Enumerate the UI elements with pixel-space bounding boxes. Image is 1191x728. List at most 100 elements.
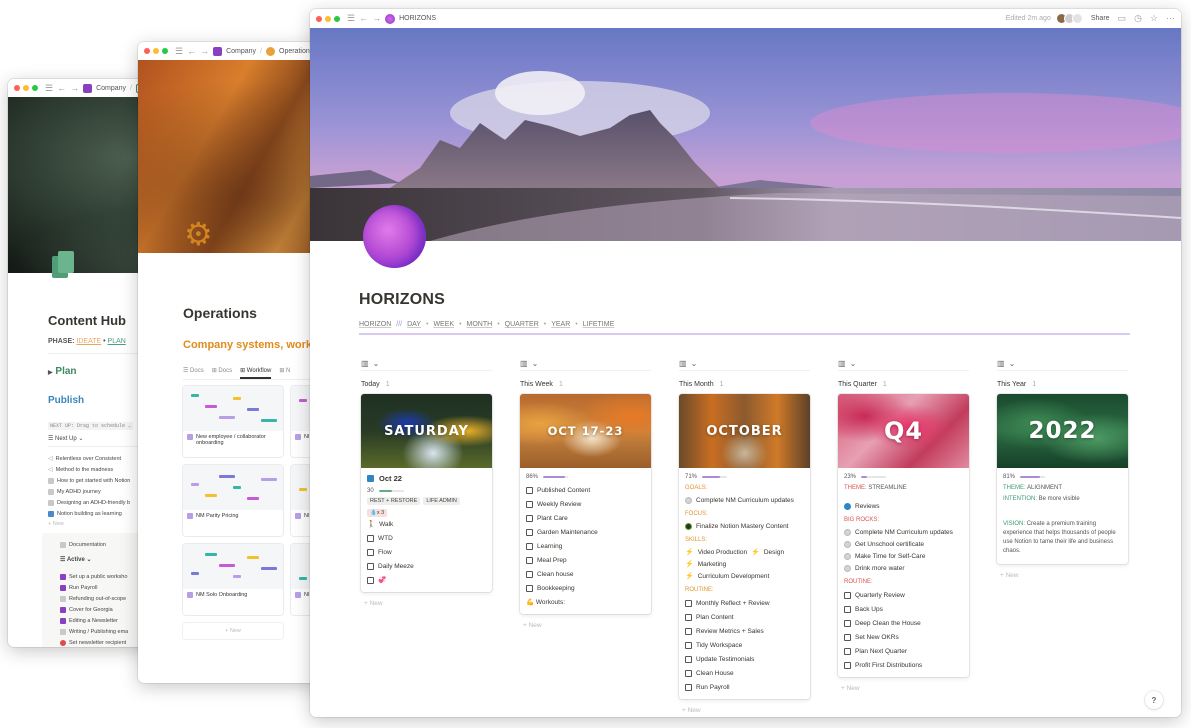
board-view-selector[interactable]: ▥ ⌄ <box>520 357 651 371</box>
checklist-item[interactable]: Monthly Reflect + Review <box>685 596 804 610</box>
checklist-item[interactable]: Clean house <box>526 567 645 581</box>
more-options-icon[interactable]: ··· <box>1166 14 1175 23</box>
minimize-window-button[interactable] <box>23 85 29 91</box>
relation-item[interactable]: Finalize Notion Mastery Content <box>685 520 804 532</box>
tab-1[interactable]: ⊞ Docs <box>212 367 232 379</box>
nav-link-week[interactable]: WEEK <box>433 321 454 328</box>
maximize-window-button[interactable] <box>334 15 340 22</box>
maximize-window-button[interactable] <box>32 85 38 91</box>
close-window-button[interactable] <box>144 48 150 54</box>
checklist-item[interactable]: Back Ups <box>844 602 963 616</box>
checklist-item[interactable]: Plant Care <box>526 511 645 525</box>
board-view-selector[interactable]: ▥ ⌄ <box>997 357 1128 371</box>
minimize-window-button[interactable] <box>325 15 331 22</box>
checklist-item[interactable]: Bookkeeping <box>526 581 645 595</box>
workflow-card[interactable]: NM Solo Onboarding <box>183 544 283 615</box>
breadcrumb-operations[interactable]: Operations <box>279 48 313 55</box>
checklist-item[interactable]: Flow <box>367 545 486 559</box>
documentation-header[interactable]: Documentation <box>48 539 106 550</box>
relation-item[interactable]: Make Time for Self-Care <box>844 550 963 562</box>
relation-item[interactable]: Reviews <box>844 500 963 512</box>
new-card-button[interactable]: + New <box>183 623 283 639</box>
checklist-item[interactable]: 💞 <box>367 573 486 587</box>
horizon-card[interactable]: Q4 23% THEME: STREAMLINE Reviews BIG ROCKS: C… <box>838 394 969 677</box>
history-clock-icon[interactable]: ◷ <box>1134 14 1142 23</box>
checkbox[interactable] <box>685 627 692 635</box>
nav-horizon-link[interactable]: HORIZON <box>359 321 391 328</box>
checkbox[interactable] <box>844 591 851 599</box>
checkbox[interactable] <box>844 647 851 655</box>
checkbox[interactable] <box>685 599 692 607</box>
tab-0[interactable]: ☰ Docs <box>183 367 204 379</box>
board-view-selector[interactable]: ▥ ⌄ <box>838 357 969 371</box>
checkbox[interactable] <box>526 556 533 564</box>
checkbox[interactable] <box>526 542 533 550</box>
checklist-item[interactable]: Published Content <box>526 483 645 497</box>
new-card-button[interactable]: + New <box>838 685 969 692</box>
nav-link-day[interactable]: DAY <box>407 321 421 328</box>
checklist-item[interactable]: Tidy Workspace <box>685 638 804 652</box>
checkbox[interactable] <box>844 605 851 613</box>
phase-plan-link[interactable]: PLAN <box>108 338 126 345</box>
checklist-item[interactable]: Update Testimonials <box>685 652 804 666</box>
forward-arrow-icon[interactable]: → <box>70 83 79 93</box>
help-button[interactable]: ? <box>1145 691 1163 709</box>
checklist-item[interactable]: Clean House <box>685 666 804 680</box>
board-view-selector[interactable]: ▥ ⌄ <box>679 357 810 371</box>
share-button[interactable]: Share <box>1091 15 1110 22</box>
nav-link-quarter[interactable]: QUARTER <box>505 321 539 328</box>
checklist-item[interactable]: Deep Clean the House <box>844 616 963 630</box>
maximize-window-button[interactable] <box>162 48 168 54</box>
checkbox[interactable] <box>526 500 533 508</box>
checkbox[interactable] <box>367 534 374 542</box>
checkbox[interactable] <box>526 570 533 578</box>
checkbox[interactable] <box>526 528 533 536</box>
workflow-card[interactable]: New employee / collaborator onboarding <box>183 386 283 457</box>
checkbox[interactable] <box>685 669 692 677</box>
workflow-card[interactable]: NM Parity Pricing <box>183 465 283 536</box>
relation-item[interactable]: Complete NM Curriculum updates <box>685 494 804 506</box>
checkbox[interactable] <box>844 633 851 641</box>
checklist-item[interactable]: Plan Next Quarter <box>844 644 963 658</box>
menu-icon[interactable]: ☰ <box>45 83 53 93</box>
new-card-button[interactable]: + New <box>679 707 810 714</box>
checklist-item[interactable]: WTD <box>367 531 486 545</box>
horizon-card[interactable]: OCTOBER 71% GOALS: Complete NM Curriculum u… <box>679 394 810 699</box>
phase-ideate-link[interactable]: IDEATE <box>76 338 101 345</box>
checkbox[interactable] <box>844 661 851 669</box>
checkbox[interactable] <box>526 584 533 592</box>
checklist-item[interactable]: Set New OKRs <box>844 630 963 644</box>
checklist-item[interactable]: Plan Content <box>685 610 804 624</box>
nav-link-lifetime[interactable]: LIFETIME <box>583 321 615 328</box>
relation-item[interactable]: Drink more water <box>844 562 963 574</box>
board-view-selector[interactable]: ▥ ⌄ <box>361 357 492 371</box>
forward-arrow-icon[interactable]: → <box>372 14 381 23</box>
skill-label[interactable]: Design <box>764 549 784 556</box>
checklist-item[interactable]: Run Payroll <box>685 680 804 694</box>
checklist-item[interactable]: Review Metrics + Sales <box>685 624 804 638</box>
menu-icon[interactable]: ☰ <box>347 14 355 23</box>
checklist-item[interactable]: Daily Meeze <box>367 559 486 573</box>
minimize-window-button[interactable] <box>153 48 159 54</box>
back-arrow-icon[interactable]: ← <box>187 46 196 56</box>
checklist-item[interactable]: Profit First Distributions <box>844 658 963 672</box>
checkbox[interactable] <box>685 655 692 663</box>
skill-label[interactable]: Video Production <box>698 549 747 556</box>
new-card-button[interactable]: + New <box>997 572 1128 579</box>
nav-link-month[interactable]: MONTH <box>467 321 493 328</box>
new-card-button[interactable]: + New <box>520 622 651 629</box>
skill-item[interactable]: ⚡ Marketing <box>685 558 804 570</box>
checkbox[interactable] <box>367 562 374 570</box>
nav-link-year[interactable]: YEAR <box>551 321 570 328</box>
checklist-item[interactable]: Meal Prep <box>526 553 645 567</box>
horizon-card[interactable]: OCT 17-23 86% Published Content Weekly Revi… <box>520 394 651 614</box>
tab-2[interactable]: ⊞ Workflow <box>240 367 272 379</box>
horizon-card[interactable]: SATURDAY Oct 22 30 REST + RESTORE LIFE ADMIN… <box>361 394 492 592</box>
checkbox[interactable] <box>685 641 692 649</box>
checkbox[interactable] <box>844 619 851 627</box>
checkbox[interactable] <box>367 548 374 556</box>
menu-icon[interactable]: ☰ <box>175 46 183 56</box>
checklist-item[interactable]: Garden Maintenance <box>526 525 645 539</box>
checkbox[interactable] <box>526 514 533 522</box>
checklist-item[interactable]: Quarterly Review <box>844 588 963 602</box>
